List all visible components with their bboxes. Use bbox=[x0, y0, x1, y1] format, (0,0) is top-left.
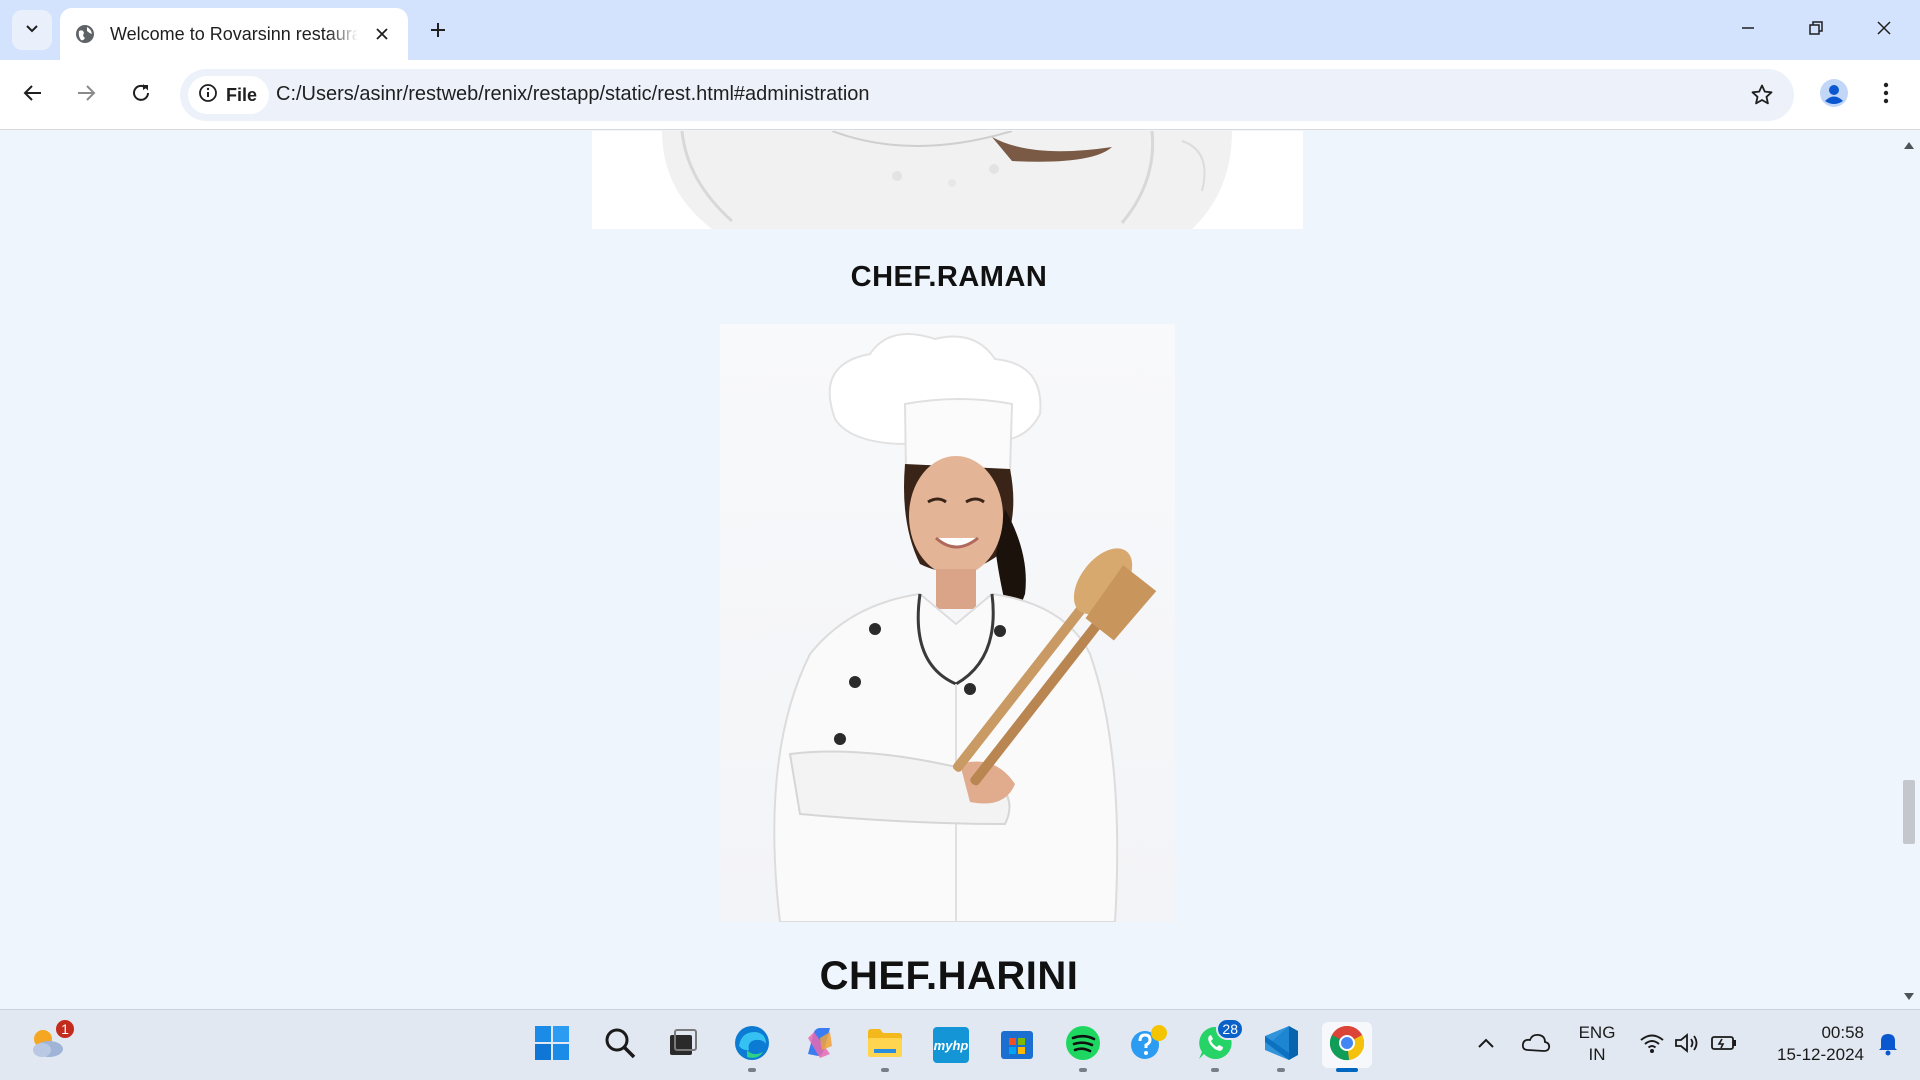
arrow-right-icon bbox=[75, 82, 97, 109]
edge-icon bbox=[733, 1024, 771, 1067]
close-tab-icon[interactable] bbox=[370, 22, 394, 46]
copilot-icon bbox=[800, 1024, 838, 1067]
whatsapp-badge: 28 bbox=[1216, 1018, 1244, 1040]
speaker-icon bbox=[1674, 1032, 1702, 1059]
spotify-icon bbox=[1065, 1025, 1101, 1066]
scroll-thumb[interactable] bbox=[1903, 780, 1915, 844]
minimize-button[interactable] bbox=[1720, 8, 1776, 52]
clock-date: 15-12-2024 bbox=[1777, 1045, 1864, 1064]
chevron-down-icon bbox=[24, 20, 40, 41]
wifi-icon bbox=[1639, 1032, 1665, 1059]
clock[interactable]: 00:58 15-12-2024 bbox=[1754, 1022, 1864, 1066]
whatsapp-app[interactable]: 28 bbox=[1192, 1018, 1244, 1072]
chrome-icon bbox=[1329, 1025, 1365, 1066]
weather-badge: 1 bbox=[54, 1018, 76, 1040]
forward-button[interactable] bbox=[66, 75, 106, 115]
clock-time: 00:58 bbox=[1821, 1023, 1864, 1042]
myhp-icon-label: myhp bbox=[933, 1037, 969, 1053]
new-tab-button[interactable] bbox=[420, 14, 456, 50]
close-window-button[interactable] bbox=[1856, 8, 1912, 52]
weather-widget[interactable]: 1 bbox=[24, 1018, 76, 1068]
language-indicator[interactable]: ENG IN bbox=[1570, 1022, 1624, 1066]
bookmark-star-icon[interactable] bbox=[1748, 81, 1776, 109]
store-icon bbox=[999, 1025, 1035, 1066]
help-app[interactable] bbox=[1126, 1022, 1172, 1068]
running-indicator bbox=[1277, 1068, 1285, 1072]
notifications-button[interactable] bbox=[1868, 1022, 1908, 1068]
task-view-icon bbox=[667, 1027, 699, 1064]
windows-logo-icon bbox=[534, 1025, 570, 1066]
search-icon bbox=[603, 1026, 637, 1065]
page-scrollbar[interactable] bbox=[1898, 131, 1920, 1009]
edge-app[interactable] bbox=[729, 1022, 775, 1072]
avatar-icon bbox=[1819, 78, 1849, 113]
reload-button[interactable] bbox=[121, 75, 161, 115]
bell-icon bbox=[1877, 1030, 1899, 1061]
microsoft-store-app[interactable] bbox=[994, 1022, 1040, 1068]
arrow-left-icon bbox=[22, 82, 44, 109]
tab-title: Welcome to Rovarsinn restaurant bbox=[110, 23, 359, 44]
browser-toolbar: File C:/Users/asinr/restweb/renix/restap… bbox=[0, 60, 1920, 130]
battery-tray[interactable] bbox=[1706, 1022, 1742, 1068]
tray-overflow-button[interactable] bbox=[1468, 1022, 1504, 1068]
chrome-app[interactable] bbox=[1322, 1022, 1372, 1072]
globe-icon bbox=[74, 23, 96, 45]
volume-tray[interactable] bbox=[1670, 1022, 1706, 1068]
myhp-app[interactable]: myhp bbox=[928, 1022, 974, 1068]
tab-search-button[interactable] bbox=[12, 10, 52, 50]
site-info-chip[interactable]: File bbox=[188, 76, 270, 114]
chef-harini-photo bbox=[720, 324, 1175, 922]
file-explorer-app[interactable] bbox=[862, 1022, 908, 1072]
folder-icon bbox=[866, 1026, 904, 1065]
cloud-icon bbox=[1521, 1032, 1551, 1059]
chevron-up-icon bbox=[1477, 1036, 1495, 1054]
chef-name-heading: CHEF.RAMAN bbox=[850, 261, 1048, 293]
url-text[interactable]: C:/Users/asinr/restweb/renix/restapp/sta… bbox=[276, 83, 870, 106]
chef-name-heading: CHEF.HARINI bbox=[819, 954, 1079, 998]
vscode-icon bbox=[1262, 1024, 1300, 1067]
page-viewport: CHEF.RAMAN CHEF.HARINI bbox=[0, 131, 1898, 1009]
search-button[interactable] bbox=[597, 1022, 643, 1068]
myhp-icon: myhp bbox=[933, 1027, 969, 1063]
chef-raman-photo bbox=[592, 131, 1303, 229]
running-indicator bbox=[748, 1068, 756, 1072]
language-code: ENG bbox=[1578, 1023, 1616, 1042]
address-bar[interactable]: File C:/Users/asinr/restweb/renix/restap… bbox=[180, 69, 1794, 121]
running-indicator bbox=[1336, 1068, 1358, 1072]
copilot-app[interactable] bbox=[796, 1022, 842, 1068]
site-chip-label: File bbox=[226, 84, 258, 105]
restore-button[interactable] bbox=[1788, 8, 1844, 52]
close-icon bbox=[1876, 20, 1892, 41]
minimize-icon bbox=[1740, 20, 1756, 41]
profile-button[interactable] bbox=[1814, 75, 1854, 115]
windows-taskbar: 1 myhp 28 ENG IN 00:58 15-12-2024 bbox=[0, 1009, 1920, 1080]
scroll-down-arrow-icon[interactable] bbox=[1898, 989, 1920, 1005]
start-button[interactable] bbox=[529, 1022, 575, 1068]
language-region: IN bbox=[1588, 1045, 1606, 1064]
tab-strip: Welcome to Rovarsinn restaurant bbox=[0, 0, 1920, 60]
back-button[interactable] bbox=[13, 75, 53, 115]
plus-icon bbox=[429, 21, 447, 44]
running-indicator bbox=[1079, 1068, 1087, 1072]
kebab-menu-icon bbox=[1883, 82, 1889, 109]
spotify-app[interactable] bbox=[1060, 1022, 1106, 1072]
battery-icon bbox=[1710, 1034, 1738, 1057]
info-icon bbox=[198, 83, 218, 108]
running-indicator bbox=[1211, 1068, 1219, 1072]
onedrive-tray[interactable] bbox=[1516, 1022, 1556, 1068]
browser-tab[interactable]: Welcome to Rovarsinn restaurant bbox=[60, 8, 408, 60]
running-indicator bbox=[881, 1068, 889, 1072]
wifi-tray[interactable] bbox=[1634, 1022, 1670, 1068]
task-view-button[interactable] bbox=[660, 1022, 706, 1068]
help-icon bbox=[1129, 1023, 1169, 1068]
restore-icon bbox=[1808, 20, 1824, 41]
more-menu-button[interactable] bbox=[1866, 75, 1906, 115]
scroll-up-arrow-icon[interactable] bbox=[1898, 137, 1920, 153]
reload-icon bbox=[130, 82, 152, 109]
vscode-app[interactable] bbox=[1258, 1022, 1304, 1072]
